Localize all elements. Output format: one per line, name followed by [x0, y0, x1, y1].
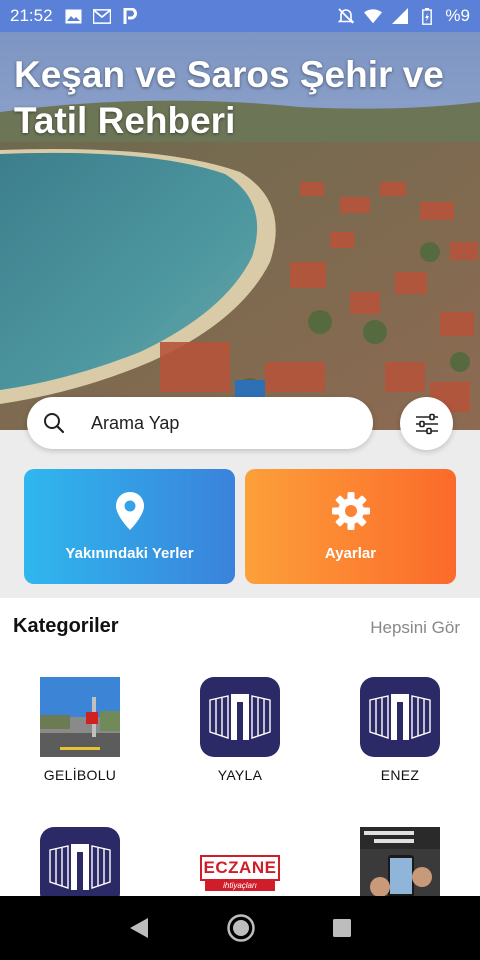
recents-icon[interactable]: [332, 918, 352, 938]
mute-icon: [337, 7, 355, 25]
image-icon: [65, 7, 83, 25]
back-icon[interactable]: [128, 916, 150, 940]
category-item-guide-photo[interactable]: [320, 827, 480, 896]
page-title: Keşan ve Saros Şehir ve Tatil Rehberi: [14, 54, 444, 141]
building-icon: [360, 677, 440, 757]
battery-percent: %9: [445, 6, 470, 25]
category-item-gelibolu[interactable]: GELİBOLU: [0, 677, 160, 783]
home-icon[interactable]: [226, 913, 256, 943]
categories-section: Kategoriler Hepsini Gör GELİBOLU YAYLA E…: [0, 598, 480, 896]
category-label: YAYLA: [217, 767, 263, 783]
wifi-icon: [364, 7, 383, 25]
nearby-places-label: Yakınındaki Yerler: [65, 545, 194, 562]
categories-title: Kategoriler: [13, 615, 119, 637]
building-icon: [200, 677, 280, 757]
category-item-yayla[interactable]: YAYLA: [160, 677, 320, 783]
category-item-pharmacy[interactable]: ECZANE ihtiyaçları: [160, 827, 320, 896]
nearby-places-button[interactable]: Yakınındaki Yerler: [24, 469, 235, 584]
status-time: 21:52: [10, 6, 53, 25]
hero-banner: Keşan ve Saros Şehir ve Tatil Rehberi: [0, 32, 480, 430]
gmail-icon: [92, 7, 111, 25]
category-label: ENEZ: [380, 767, 420, 783]
building-icon: [40, 827, 120, 896]
pharmacy-logo: ECZANE ihtiyaçları: [200, 827, 280, 896]
category-photo: [40, 677, 120, 757]
system-nav-bar: [0, 896, 480, 960]
sliders-icon: [415, 413, 438, 434]
category-photo: [360, 827, 440, 896]
gear-icon: [331, 492, 370, 530]
settings-label: Ayarlar: [324, 545, 377, 562]
category-item-4[interactable]: [0, 827, 160, 896]
search-icon: [44, 413, 65, 434]
parking-icon: [121, 7, 139, 25]
pharmacy-logo-text: ECZANE: [203, 858, 277, 877]
see-all-link[interactable]: Hepsini Gör: [370, 618, 460, 638]
signal-icon: [391, 7, 409, 25]
pharmacy-logo-sub: ihtiyaçları: [205, 881, 275, 891]
search-placeholder: Arama Yap: [91, 412, 180, 433]
category-label: GELİBOLU: [43, 767, 117, 783]
category-item-enez[interactable]: ENEZ: [320, 677, 480, 783]
search-input[interactable]: Arama Yap: [27, 397, 373, 449]
location-pin-icon: [115, 492, 144, 530]
battery-icon: [418, 7, 436, 25]
status-bar: 21:52 %9: [0, 0, 480, 32]
filter-button[interactable]: [400, 397, 453, 450]
settings-button[interactable]: Ayarlar: [245, 469, 456, 584]
